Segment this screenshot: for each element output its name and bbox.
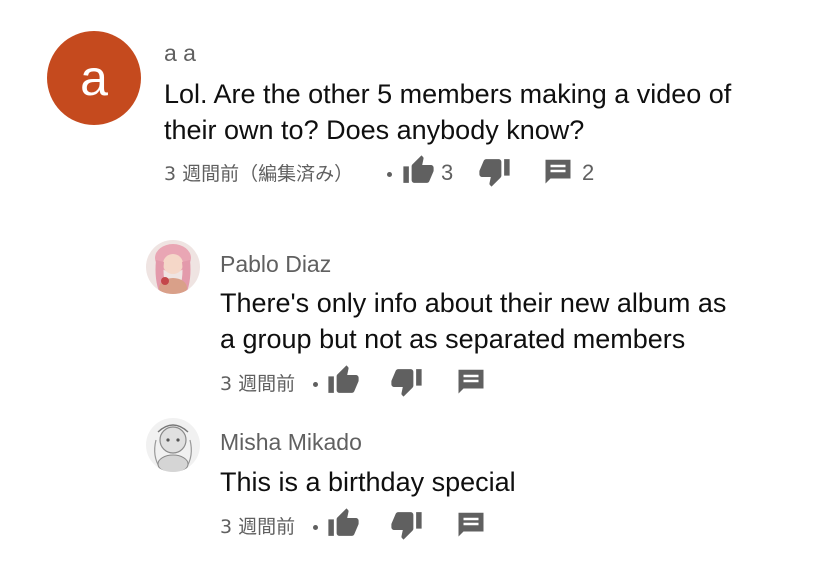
avatar[interactable] (146, 240, 200, 294)
reply-button[interactable] (456, 366, 486, 396)
reply-icon (456, 366, 486, 396)
comment-author[interactable]: a a (164, 40, 196, 67)
reply-icon (543, 156, 573, 186)
reply-thread: Pablo Diaz There's only info about their… (0, 230, 827, 400)
separator-dot (313, 525, 318, 530)
comment-text-line: This is a birthday special (220, 467, 516, 497)
thumbs-up-icon (327, 364, 360, 397)
reply-icon (456, 509, 486, 539)
comment-timestamp[interactable]: 3 週間前（編集済み） (164, 159, 353, 186)
avatar-pink-hair-image (146, 240, 200, 294)
comment-author[interactable]: Pablo Diaz (220, 251, 331, 278)
like-button[interactable] (327, 364, 360, 397)
avatar[interactable]: a (47, 31, 141, 125)
comment-timestamp[interactable]: 3 週間前 (220, 369, 295, 396)
comment-text: This is a birthday special (220, 464, 516, 500)
separator-dot (387, 172, 392, 177)
thumbs-down-icon (478, 155, 511, 188)
avatar[interactable] (146, 418, 200, 472)
reply-count: 2 (582, 160, 595, 185)
comment-text: There's only info about their new album … (220, 285, 726, 357)
thumbs-down-icon (390, 365, 423, 398)
comment-text-line: a group but not as separated members (220, 324, 686, 354)
thumbs-up-icon (327, 507, 360, 540)
dislike-button[interactable] (390, 508, 423, 541)
dislike-button[interactable] (390, 365, 423, 398)
separator-dot (313, 382, 318, 387)
comment-thread: a a a Lol. Are the other 5 members makin… (0, 0, 827, 200)
comment-text-line: their own to? Does anybody know? (164, 115, 585, 145)
dislike-button[interactable] (478, 155, 511, 188)
comment-timestamp[interactable]: 3 週間前 (220, 512, 295, 539)
reply-button[interactable] (543, 156, 573, 186)
avatar-sketch-image (146, 418, 200, 472)
comment-text-line: Lol. Are the other 5 members making a vi… (164, 79, 732, 109)
comment-text-line: There's only info about their new album … (220, 288, 727, 318)
thumbs-up-icon (402, 154, 435, 187)
like-count: 3 (441, 160, 454, 185)
thumbs-down-icon (390, 508, 423, 541)
like-button[interactable] (402, 154, 435, 187)
reply-button[interactable] (456, 509, 486, 539)
reply-thread: Misha Mikado This is a birthday special … (0, 408, 827, 558)
comment-text: Lol. Are the other 5 members making a vi… (164, 76, 731, 148)
like-button[interactable] (327, 507, 360, 540)
comment-author[interactable]: Misha Mikado (220, 429, 362, 456)
